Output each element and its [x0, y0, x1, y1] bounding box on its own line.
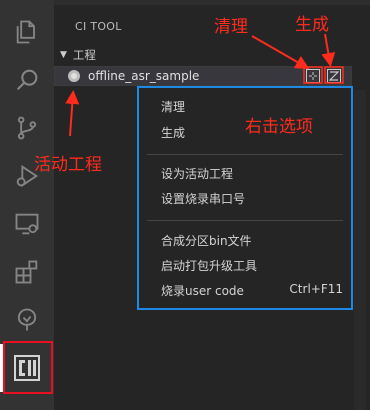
clean-button[interactable] — [306, 69, 320, 83]
build-button[interactable] — [327, 69, 341, 83]
menu-shortcut-flash-user-code: Ctrl+F11 — [289, 282, 343, 296]
annotation-build: 生成 — [295, 15, 329, 35]
clean-icon — [309, 72, 317, 80]
scrollbar-track[interactable] — [354, 90, 366, 410]
search-icon[interactable] — [0, 56, 54, 104]
panel-title: CI TOOL — [75, 20, 122, 33]
active-project-radio-icon[interactable] — [68, 70, 80, 82]
source-control-icon[interactable] — [0, 104, 54, 152]
menu-item-flash-user-code[interactable]: 烧录user code — [161, 282, 244, 299]
annotation-highlight-box — [3, 341, 53, 394]
explorer-icon[interactable] — [0, 8, 54, 56]
menu-item-clean[interactable]: 清理 — [161, 98, 185, 115]
extensions-icon[interactable] — [0, 248, 54, 296]
menu-item-set-active-project[interactable]: 设为活动工程 — [161, 165, 233, 182]
project-row[interactable]: offline_asr_sample — [54, 66, 352, 86]
menu-item-launch-packaging-tool[interactable]: 启动打包升级工具 — [161, 257, 257, 274]
menu-item-set-flash-port[interactable]: 设置烧录串口号 — [161, 190, 245, 207]
remote-explorer-icon[interactable] — [0, 200, 54, 248]
build-icon — [329, 71, 339, 81]
annotation-clean: 清理 — [214, 17, 248, 37]
section-header[interactable]: ▼ 工程 — [60, 47, 96, 63]
chevron-down-icon: ▼ — [60, 50, 67, 60]
menu-item-build[interactable]: 生成 — [161, 124, 185, 141]
ci-tool-tree-icon[interactable] — [0, 296, 54, 344]
section-label: 工程 — [72, 48, 96, 62]
activity-bar — [0, 0, 54, 410]
top-strip — [54, 0, 370, 5]
annotation-right-click-options: 右击选项 — [245, 117, 313, 137]
menu-item-merge-partition-bin[interactable]: 合成分区bin文件 — [161, 232, 252, 249]
menu-separator — [147, 220, 343, 221]
menu-separator — [147, 154, 343, 155]
annotation-active-project: 活动工程 — [34, 155, 102, 175]
project-name: offline_asr_sample — [88, 69, 200, 83]
